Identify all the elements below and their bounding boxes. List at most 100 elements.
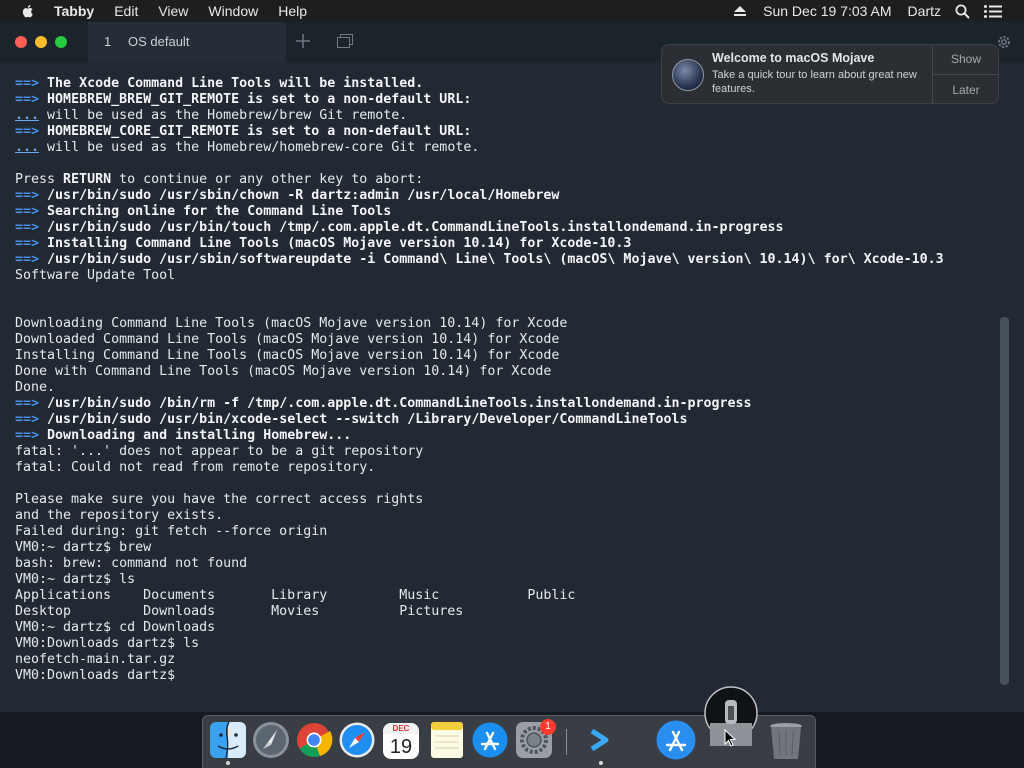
terminal-line: ... will be used as the Homebrew/brew Gi… [15,108,990,124]
notification-center-icon[interactable] [984,4,1002,18]
calendar-icon[interactable]: DEC 19 [383,723,419,759]
close-window-button[interactable] [15,36,27,48]
chrome-icon[interactable] [295,721,335,761]
finder-running-indicator [226,761,230,765]
terminal-line-text: /usr/bin/sudo /bin/rm -f /tmp/.com.apple… [47,396,752,411]
terminal-line: ==> /usr/bin/sudo /usr/bin/touch /tmp/.c… [15,220,990,236]
new-tab-button[interactable] [296,32,310,52]
menu-app-name[interactable]: Tabby [54,0,94,22]
terminal-line: ==> HOMEBREW_CORE_GIT_REMOTE is set to a… [15,124,990,140]
apple-logo-icon[interactable] [20,3,36,19]
terminal-line-text: will be used as the Homebrew/homebrew-co… [47,140,480,155]
notification-show-button[interactable]: Show [933,52,999,66]
notification-later-button[interactable]: Later [933,83,999,97]
terminal-line: Downloaded Command Line Tools (macOS Moj… [15,332,560,347]
terminal-line: Software Update Tool [15,268,176,283]
menu-clock[interactable]: Sun Dec 19 7:03 AM [763,3,891,19]
arrow-marker: ==> [15,188,40,203]
terminal-line-text: HOMEBREW_BREW_GIT_REMOTE is set to a non… [47,92,472,107]
terminal-line: Applications Documents Library Music Pub… [15,588,576,603]
terminal-line: VM0:~ dartz$ ls [15,572,136,587]
tab-os-default[interactable]: 1 OS default [88,22,286,62]
menu-bar: Tabby Edit View Window Help Sun Dec 19 7… [0,0,1024,22]
app-store-downloads-icon[interactable] [655,719,696,760]
safari-icon[interactable] [338,721,378,761]
terminal-line: Press RETURN to continue or any other ke… [15,172,990,188]
tab-title: OS default [128,34,190,49]
launchpad-icon[interactable] [252,721,292,761]
terminal-output[interactable]: ==> The Xcode Command Line Tools will be… [15,76,990,704]
arrow-marker: ==> [15,396,40,411]
notes-icon[interactable] [429,721,469,761]
terminal-line: Downloading Command Line Tools (macOS Mo… [15,316,568,331]
terminal-line: ==> Downloading and installing Homebrew.… [15,428,990,444]
terminal-line: neofetch-main.tar.gz [15,652,176,667]
arrow-marker: ==> [15,92,40,107]
notification-title: Welcome to macOS Mojave [712,51,875,65]
terminal-line-text: will be used as the Homebrew/brew Git re… [47,108,408,123]
terminal-line: ==> /usr/bin/sudo /usr/sbin/softwareupda… [15,252,990,268]
arrow-marker: ==> [15,428,40,443]
menu-window[interactable]: Window [208,0,258,22]
spotlight-search-icon[interactable] [955,4,970,19]
terminal-line-text: /usr/bin/sudo /usr/bin/xcode-select --sw… [47,412,688,427]
terminal-line: fatal: Could not read from remote reposi… [15,460,376,475]
terminal-line: ==> /usr/bin/sudo /bin/rm -f /tmp/.com.a… [15,396,990,412]
arrow-marker: ==> [15,220,40,235]
dock-separator [566,729,567,755]
system-preferences-badge: 1 [540,719,556,735]
terminal-line: Desktop Downloads Movies Pictures [15,604,464,619]
terminal-line-text: /usr/bin/sudo /usr/sbin/softwareupdate -… [47,252,944,267]
terminal-line-text: RETURN [63,172,112,187]
continuation-marker: ... [15,140,40,155]
arrow-marker: ==> [15,124,40,139]
eject-icon[interactable] [733,5,747,17]
terminal-line: Done with Command Line Tools (macOS Moja… [15,364,552,379]
calendar-day: 19 [389,736,413,758]
terminal-line: Please make sure you have the correct ac… [15,492,424,507]
terminal-line: ... will be used as the Homebrew/homebre… [15,140,990,156]
calendar-month: DEC [383,723,419,734]
arrow-marker: ==> [15,76,40,91]
terminal-line: VM0:Downloads dartz$ [15,668,176,683]
terminal-line: VM0:~ dartz$ cd Downloads [15,620,216,635]
terminal-line-text: /usr/bin/sudo /usr/sbin/chown -R dartz:a… [47,188,560,203]
terminal-line: ==> Installing Command Line Tools (macOS… [15,236,990,252]
terminal-line: VM0:~ dartz$ brew [15,540,152,555]
terminal-line-text: HOMEBREW_CORE_GIT_REMOTE is set to a non… [47,124,472,139]
terminal-line-text: to continue or any other key to abort: [111,172,424,187]
menu-bar-left: Tabby Edit View Window Help [0,0,327,22]
arrow-marker: ==> [15,204,40,219]
menu-bar-tray: Sun Dec 19 7:03 AM Dartz [719,0,1024,22]
menu-edit[interactable]: Edit [114,0,138,22]
terminal-line-text: /usr/bin/sudo /usr/bin/touch /tmp/.com.a… [47,220,784,235]
terminal-line: Failed during: git fetch --force origin [15,524,328,539]
terminal-line-text: Downloading and installing Homebrew... [47,428,352,443]
finder-icon[interactable] [209,721,249,761]
tab-number: 1 [104,34,112,49]
arrow-marker: ==> [15,252,40,267]
continuation-marker: ... [15,108,40,123]
menu-view[interactable]: View [158,0,188,22]
mouse-cursor-icon [724,728,737,752]
mojave-welcome-notification[interactable]: Welcome to macOS Mojave Take a quick tou… [661,44,999,104]
maximize-window-button[interactable] [55,36,67,48]
terminal-line: bash: brew: command not found [15,556,248,571]
menu-help[interactable]: Help [278,0,307,22]
sessions-icon[interactable] [337,34,353,53]
terminal-line-text: Installing Command Line Tools (macOS Moj… [47,236,632,251]
trash-icon[interactable] [767,721,807,761]
minimize-window-button[interactable] [35,36,47,48]
terminal-line: Done. [15,380,56,395]
terminal-line-text: The Xcode Command Line Tools will be ins… [47,76,424,91]
terminal-scrollbar[interactable] [1000,317,1009,685]
menu-user[interactable]: Dartz [908,3,941,19]
app-store-icon[interactable] [471,721,511,761]
notification-body: Take a quick tour to learn about great n… [712,69,917,95]
terminal-line: ==> /usr/bin/sudo /usr/sbin/chown -R dar… [15,188,990,204]
tabby-icon[interactable] [582,721,622,761]
